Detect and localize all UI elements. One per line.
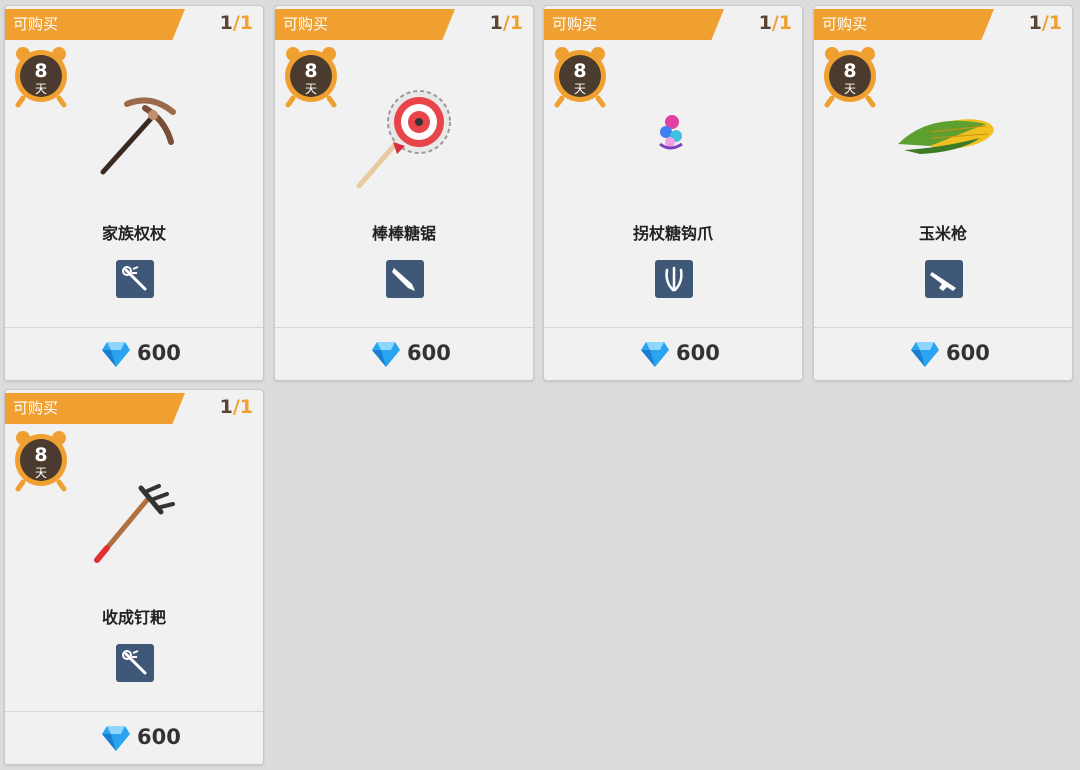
- count-current: 1: [219, 12, 233, 34]
- item-name: 拐杖糖钩爪: [632, 224, 713, 243]
- blue-gem-icon: [641, 342, 669, 367]
- timer-unit: 天: [843, 82, 856, 96]
- count-current: 1: [758, 12, 772, 34]
- alarm-clock-timer-icon: 8 天: [822, 46, 878, 108]
- blue-gem-icon: [102, 726, 130, 751]
- count-total: 1: [1048, 12, 1062, 34]
- availability-tag: 可购买: [5, 393, 185, 424]
- timer-value: 8: [573, 60, 587, 82]
- availability-tag: 可购买: [544, 9, 724, 40]
- lollipop-saw-icon: [355, 82, 455, 192]
- availability-label: 可购买: [13, 399, 59, 417]
- timer-value: 8: [843, 60, 857, 82]
- availability-label: 可购买: [13, 15, 59, 33]
- timer-value: 8: [304, 60, 318, 82]
- gun-weapon-icon: [925, 260, 963, 298]
- blue-gem-icon: [911, 342, 939, 367]
- availability-tag: 可购买: [5, 9, 185, 40]
- claw-weapon-icon: [655, 260, 693, 298]
- count-current: 1: [219, 396, 233, 418]
- availability-tag: 可购买: [275, 9, 455, 40]
- purchase-count: 1/1: [219, 396, 253, 418]
- purchase-count: 1/1: [1028, 12, 1062, 34]
- price-value: 600: [946, 341, 990, 365]
- timer-unit: 天: [34, 466, 47, 480]
- count-current: 1: [1028, 12, 1042, 34]
- timer-unit: 天: [573, 82, 586, 96]
- shop-item-card[interactable]: 可购买 1/1 8 天 拐杖糖钩爪 600: [543, 5, 803, 381]
- timer-unit: 天: [34, 82, 47, 96]
- blade-weapon-icon: [386, 260, 424, 298]
- alarm-clock-timer-icon: 8 天: [552, 46, 608, 108]
- availability-tag: 可购买: [814, 9, 994, 40]
- timer-value: 8: [34, 444, 48, 466]
- shop-item-card[interactable]: 可购买 1/1 8 天 玉米枪 600: [813, 5, 1073, 381]
- alarm-clock-timer-icon: 8 天: [13, 46, 69, 108]
- shop-item-card[interactable]: 可购买 1/1 8 天 家族权杖 600: [4, 5, 264, 381]
- shop-item-card[interactable]: 可购买 1/1 8 天 棒棒糖锯 600: [274, 5, 534, 381]
- timer-value: 8: [34, 60, 48, 82]
- price-bar[interactable]: 600: [5, 711, 263, 764]
- availability-label: 可购买: [552, 15, 598, 33]
- candy-cane-claw-icon: [624, 82, 724, 192]
- count-total: 1: [509, 12, 523, 34]
- purchase-count: 1/1: [758, 12, 792, 34]
- blue-gem-icon: [102, 342, 130, 367]
- staff-weapon-icon: [116, 260, 154, 298]
- count-total: 1: [239, 12, 253, 34]
- price-value: 600: [407, 341, 451, 365]
- price-bar[interactable]: 600: [814, 327, 1072, 380]
- alarm-clock-timer-icon: 8 天: [283, 46, 339, 108]
- timer-unit: 天: [304, 82, 317, 96]
- staff-weapon-icon: [116, 644, 154, 682]
- alarm-clock-timer-icon: 8 天: [13, 430, 69, 492]
- price-value: 600: [137, 341, 181, 365]
- item-name: 收成钉耙: [101, 608, 166, 627]
- count-current: 1: [489, 12, 503, 34]
- shop-item-card[interactable]: 可购买 1/1 8 天 收成钉耙 600: [4, 389, 264, 765]
- availability-label: 可购买: [283, 15, 329, 33]
- price-bar[interactable]: 600: [544, 327, 802, 380]
- price-bar[interactable]: 600: [5, 327, 263, 380]
- family-scepter-pickaxe-icon: [85, 82, 185, 192]
- corn-gun-icon: [890, 82, 1000, 192]
- count-total: 1: [778, 12, 792, 34]
- purchase-count: 1/1: [219, 12, 253, 34]
- price-bar[interactable]: 600: [275, 327, 533, 380]
- item-name: 玉米枪: [918, 224, 967, 243]
- availability-label: 可购买: [822, 15, 868, 33]
- purchase-count: 1/1: [489, 12, 523, 34]
- item-name: 棒棒糖锯: [371, 224, 436, 243]
- price-value: 600: [137, 725, 181, 749]
- item-name: 家族权杖: [101, 224, 166, 243]
- blue-gem-icon: [372, 342, 400, 367]
- count-total: 1: [239, 396, 253, 418]
- price-value: 600: [676, 341, 720, 365]
- harvest-rake-icon: [85, 466, 185, 576]
